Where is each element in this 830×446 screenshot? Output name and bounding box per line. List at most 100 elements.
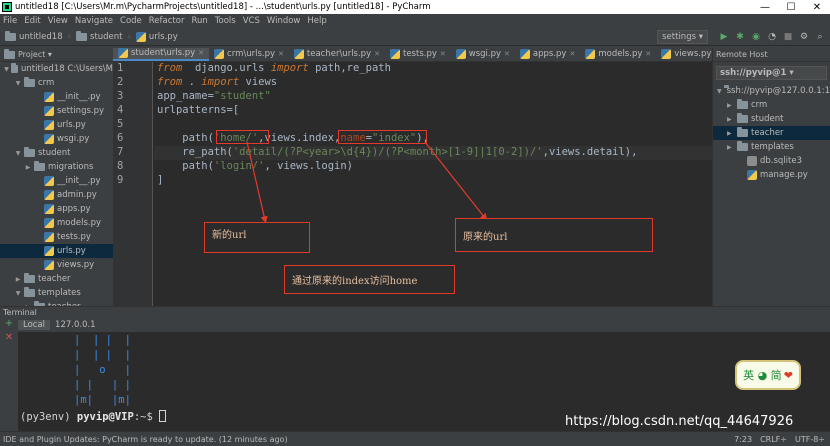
project-tree-item[interactable]: ▼ untitled18 C:\Users\M — [0, 62, 113, 76]
project-tree-item[interactable]: apps.py — [0, 202, 113, 216]
code-line[interactable]: path('login/', views.login) — [157, 160, 353, 172]
expand-arrow-icon[interactable]: ▼ — [14, 80, 22, 87]
code-line[interactable]: app_name="student" — [157, 90, 271, 102]
profile-icon[interactable]: ◔ — [766, 31, 778, 43]
project-tree-item[interactable]: admin.py — [0, 188, 113, 202]
remote-tree-item[interactable]: ▼ ssh://pyvip@127.0.0.1:1 — [713, 84, 830, 98]
code-line[interactable]: from django.urls import path,re_path — [157, 62, 391, 74]
menu-vcs[interactable]: VCS — [243, 16, 260, 26]
project-tree-item[interactable]: wsgi.py — [0, 132, 113, 146]
close-window-button[interactable]: ✕ — [804, 2, 830, 13]
remote-tree-item[interactable]: db.sqlite3 — [713, 154, 830, 168]
editor-tab[interactable]: crm\urls.py ✕ — [209, 48, 289, 61]
menu-refactor[interactable]: Refactor — [149, 16, 185, 26]
run-icon[interactable]: ▶ — [718, 31, 730, 43]
remote-host-selector[interactable]: ssh://pyvip@1 ▾ — [716, 66, 827, 80]
search-everywhere-icon[interactable]: ⌕ — [814, 31, 826, 43]
code-line[interactable]: from . import views — [157, 76, 277, 88]
menu-window[interactable]: Window — [267, 16, 301, 26]
editor-tab[interactable]: models.py ✕ — [580, 48, 656, 61]
terminal-tab-local[interactable]: Local — [18, 320, 51, 330]
breadcrumb-separator: › — [67, 31, 72, 42]
menu-view[interactable]: View — [48, 16, 68, 26]
project-tree-item[interactable]: __init__.py — [0, 90, 113, 104]
terminal-art-line: |m| |m| — [74, 394, 131, 406]
project-tree-item[interactable]: settings.py — [0, 104, 113, 118]
remote-tree-item[interactable]: ▶ crm — [713, 98, 830, 112]
close-tab-icon[interactable]: ✕ — [569, 50, 575, 58]
menu-run[interactable]: Run — [191, 16, 207, 26]
close-tab-icon[interactable]: ✕ — [440, 50, 446, 58]
expand-arrow-icon[interactable]: ▼ — [4, 66, 9, 73]
project-tree-item[interactable]: views.py — [0, 258, 113, 272]
input-method-badge[interactable]: 英 ◕ 简 ❤ — [735, 360, 801, 390]
collapse-arrow-icon[interactable]: ▶ — [14, 276, 22, 283]
remote-tree-item[interactable]: ▶ student — [713, 112, 830, 126]
project-tree-item[interactable]: __init__.py — [0, 174, 113, 188]
breadcrumb-file[interactable]: urls.py — [135, 31, 178, 42]
menu-code[interactable]: Code — [120, 16, 142, 26]
collapse-arrow-icon[interactable]: ▶ — [727, 130, 735, 137]
expand-arrow-icon[interactable]: ▼ — [717, 88, 722, 95]
project-tree-item[interactable]: urls.py — [0, 118, 113, 132]
breadcrumb-project[interactable]: untitled18 › — [5, 30, 72, 42]
breadcrumb-student[interactable]: student › — [76, 30, 131, 42]
project-tree-item[interactable]: tests.py — [0, 230, 113, 244]
menu-tools[interactable]: Tools — [215, 16, 236, 26]
new-terminal-icon[interactable]: + — [0, 318, 18, 332]
maximize-button[interactable]: ☐ — [778, 2, 804, 13]
menu-help[interactable]: Help — [307, 16, 326, 26]
editor-tab[interactable]: tests.py ✕ — [385, 48, 451, 61]
settings-icon[interactable]: ⚙ — [798, 31, 810, 43]
remote-tree-item[interactable]: ▶ templates — [713, 140, 830, 154]
status-message[interactable]: IDE and Plugin Updates: PyCharm is ready… — [3, 435, 288, 444]
stop-icon[interactable]: ■ — [782, 31, 794, 43]
collapse-arrow-icon[interactable]: ▶ — [24, 164, 32, 171]
project-tree-item[interactable]: ▼ templates — [0, 286, 113, 300]
file-encoding[interactable]: UTF-8÷ — [795, 435, 825, 444]
folder-icon — [737, 127, 748, 137]
collapse-arrow-icon[interactable]: ▶ — [727, 102, 735, 109]
expand-arrow-icon[interactable]: ▼ — [14, 150, 22, 157]
editor-tab[interactable]: student\urls.py ✕ — [113, 48, 210, 61]
editor-tab-label: wsgi.py — [468, 49, 502, 59]
project-tree-item[interactable]: ▶ teacher — [0, 272, 113, 286]
python-file-icon — [44, 92, 54, 102]
close-tab-icon[interactable]: ✕ — [645, 50, 651, 58]
expand-arrow-icon[interactable]: ▼ — [14, 290, 22, 297]
terminal-tab-remote[interactable]: 127.0.0.1 — [50, 320, 101, 330]
editor-tab[interactable]: views.py✕ — [656, 48, 712, 61]
editor-tab[interactable]: teacher\urls.py ✕ — [289, 48, 385, 61]
project-tree-item[interactable]: models.py — [0, 216, 113, 230]
terminal-prompt[interactable]: (py3env) pyvip@VIP:~$ — [20, 410, 167, 423]
project-tree-item[interactable]: ▼ crm — [0, 76, 113, 90]
coverage-icon[interactable]: ◉ — [750, 31, 762, 43]
code-editor[interactable]: 1 2 3 4 5 6 7 8 9 from django.urls import path,r… — [113, 62, 712, 306]
project-tree-item[interactable]: urls.py — [0, 244, 113, 258]
project-tree-item[interactable]: ▼ student — [0, 146, 113, 160]
menu-file[interactable]: File — [3, 16, 17, 26]
close-tab-icon[interactable]: ✕ — [198, 49, 204, 57]
code-line[interactable]: urlpatterns=[ — [157, 104, 239, 116]
minimize-button[interactable]: — — [752, 2, 778, 13]
remote-tree-item[interactable]: manage.py — [713, 168, 830, 182]
editor-tab[interactable]: wsgi.py ✕ — [451, 48, 515, 61]
remote-tree-item[interactable]: ▶ teacher — [713, 126, 830, 140]
code-line[interactable]: re_path('detail/(?P<year>\d{4})/(?P<mont… — [157, 146, 637, 158]
menu-edit[interactable]: Edit — [24, 16, 40, 26]
caret-position[interactable]: 7:23 — [734, 435, 752, 444]
line-separator[interactable]: CRLF÷ — [760, 435, 787, 444]
collapse-arrow-icon[interactable]: ▶ — [727, 116, 735, 123]
code-line[interactable]: ] — [157, 174, 163, 186]
collapse-arrow-icon[interactable]: ▶ — [727, 144, 735, 151]
editor-tab[interactable]: apps.py ✕ — [515, 48, 580, 61]
close-terminal-icon[interactable]: ✕ — [0, 332, 18, 346]
close-tab-icon[interactable]: ✕ — [278, 50, 284, 58]
run-config-dropdown[interactable]: settings ▾ — [657, 30, 708, 44]
debug-icon[interactable]: ✱ — [734, 31, 746, 43]
project-tree-item[interactable]: ▶ migrations — [0, 160, 113, 174]
menu-navigate[interactable]: Navigate — [75, 16, 113, 26]
close-tab-icon[interactable]: ✕ — [504, 50, 510, 58]
close-tab-icon[interactable]: ✕ — [374, 50, 380, 58]
project-panel-header[interactable]: Project ▾ — [0, 48, 113, 62]
